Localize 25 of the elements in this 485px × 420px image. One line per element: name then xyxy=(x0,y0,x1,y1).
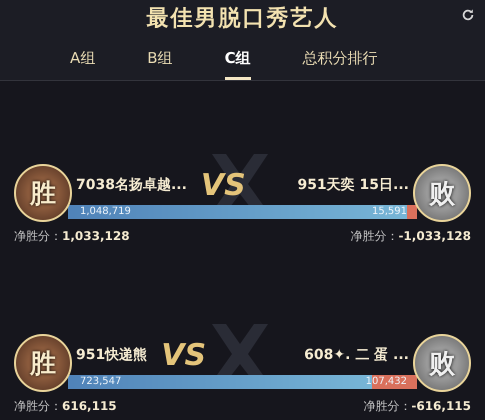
result-label: 败 xyxy=(429,178,455,210)
avatar[interactable]: 胜 xyxy=(14,164,72,222)
result-label: 胜 xyxy=(30,178,56,210)
page-title: 最佳男脱口秀艺人 xyxy=(146,5,338,33)
player-name: 7038名扬卓越... xyxy=(76,176,187,194)
tab[interactable]: B组 xyxy=(147,36,173,80)
player-name: 951快递熊 xyxy=(76,346,148,364)
vs-label: VS xyxy=(200,168,246,202)
vs-label: VS xyxy=(161,338,206,372)
player-name: 951天奕 15日... xyxy=(297,176,409,194)
result-label: 败 xyxy=(429,348,455,380)
net-score: 净胜分：616,115 xyxy=(14,398,117,415)
score-value: 15,591 xyxy=(372,204,407,218)
tab[interactable]: C组 xyxy=(224,36,251,80)
tab[interactable]: A组 xyxy=(70,36,96,80)
player-name: 608✦. 二 蛋 ... xyxy=(304,346,409,364)
tab[interactable]: 总积分排行 xyxy=(302,36,378,80)
net-score: 净胜分：-1,033,128 xyxy=(350,228,471,245)
avatar[interactable]: 胜 xyxy=(14,334,72,392)
refresh-icon[interactable] xyxy=(461,8,475,22)
result-label: 胜 xyxy=(30,348,56,380)
score-value: 723,547 xyxy=(80,374,122,388)
score-value: 1,048,719 xyxy=(80,204,131,218)
net-score: 净胜分：-616,115 xyxy=(363,398,471,415)
net-score: 净胜分：1,033,128 xyxy=(14,228,130,245)
